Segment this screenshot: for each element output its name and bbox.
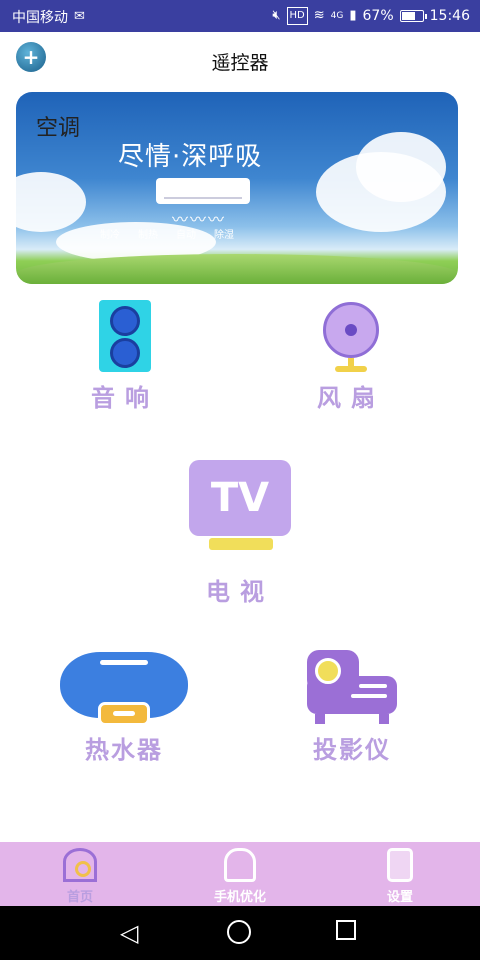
signal-icon: ▮: [349, 8, 357, 23]
device-tv[interactable]: TV 电视: [178, 460, 302, 607]
nav-settings[interactable]: 设置: [320, 848, 480, 905]
device-projector[interactable]: 投影仪: [292, 650, 412, 765]
projector-icon: [307, 650, 397, 726]
nav-settings-label: 设置: [386, 890, 413, 905]
fan-icon: [321, 302, 381, 372]
cloud-decoration: [356, 132, 446, 202]
projector-label: 投影仪: [313, 736, 391, 764]
page-title: 遥控器: [211, 52, 269, 74]
mute-icon: 🔇︎: [272, 8, 281, 23]
water-heater-icon: [60, 652, 188, 726]
clock: 15:46: [429, 8, 470, 24]
speaker-label: 音响: [91, 384, 159, 412]
back-icon[interactable]: ◁: [120, 920, 138, 946]
mode-cool: 制冷: [100, 230, 120, 241]
grass-decoration: [16, 254, 458, 284]
device-water-heater[interactable]: 热水器: [50, 652, 198, 765]
aircon-label: 空调: [36, 116, 81, 141]
mode-heat: 制热: [138, 230, 158, 241]
tv-screen-label: TV: [189, 460, 291, 536]
device-speaker[interactable]: 音响: [70, 300, 180, 413]
tv-label: 电视: [206, 578, 274, 606]
water-heater-label: 热水器: [85, 736, 163, 764]
battery-percent: 67%: [362, 8, 394, 24]
device-fan[interactable]: 风扇: [296, 302, 406, 413]
speaker-icon: [99, 300, 151, 372]
android-icon: [224, 848, 256, 882]
mode-auto: 自动: [176, 230, 196, 241]
tv-icon: TV: [189, 460, 291, 550]
app-header: + 遥控器: [0, 32, 480, 88]
aircon-modes: 制冷 制热 自动 除湿: [100, 226, 234, 241]
nav-home[interactable]: 首页: [0, 848, 160, 905]
fan-label: 风扇: [317, 384, 385, 412]
bottom-nav: 首页 手机优化 设置: [0, 842, 480, 906]
banner-slogan: 尽情·深呼吸: [118, 142, 263, 172]
status-bar: 中国移动 ✉ 🔇︎ HD ≋ 4G ▮ 67% 15:46: [0, 0, 480, 32]
carrier-label: 中国移动: [12, 10, 68, 26]
phone-icon: [387, 848, 413, 882]
system-nav-bar: ◁: [0, 906, 480, 960]
cloud-decoration: [16, 172, 86, 232]
aircon-unit-icon: [156, 178, 250, 204]
battery-icon: [399, 10, 427, 22]
nav-optimize-label: 手机优化: [213, 890, 266, 905]
nav-home-label: 首页: [66, 890, 93, 905]
aircon-banner[interactable]: 空调 尽情·深呼吸 〰〰〰 制冷 制热 自动 除湿: [16, 92, 458, 284]
nav-optimize[interactable]: 手机优化: [160, 848, 320, 905]
home-circle-icon[interactable]: [227, 920, 251, 944]
hd-badge: HD: [286, 7, 308, 25]
mode-dry: 除湿: [214, 230, 234, 241]
wechat-icon: ✉: [74, 9, 85, 24]
network-label: 4G: [330, 11, 344, 21]
home-icon: [63, 848, 97, 882]
wifi-icon: ≋: [313, 8, 325, 23]
recent-apps-icon[interactable]: [336, 920, 356, 940]
